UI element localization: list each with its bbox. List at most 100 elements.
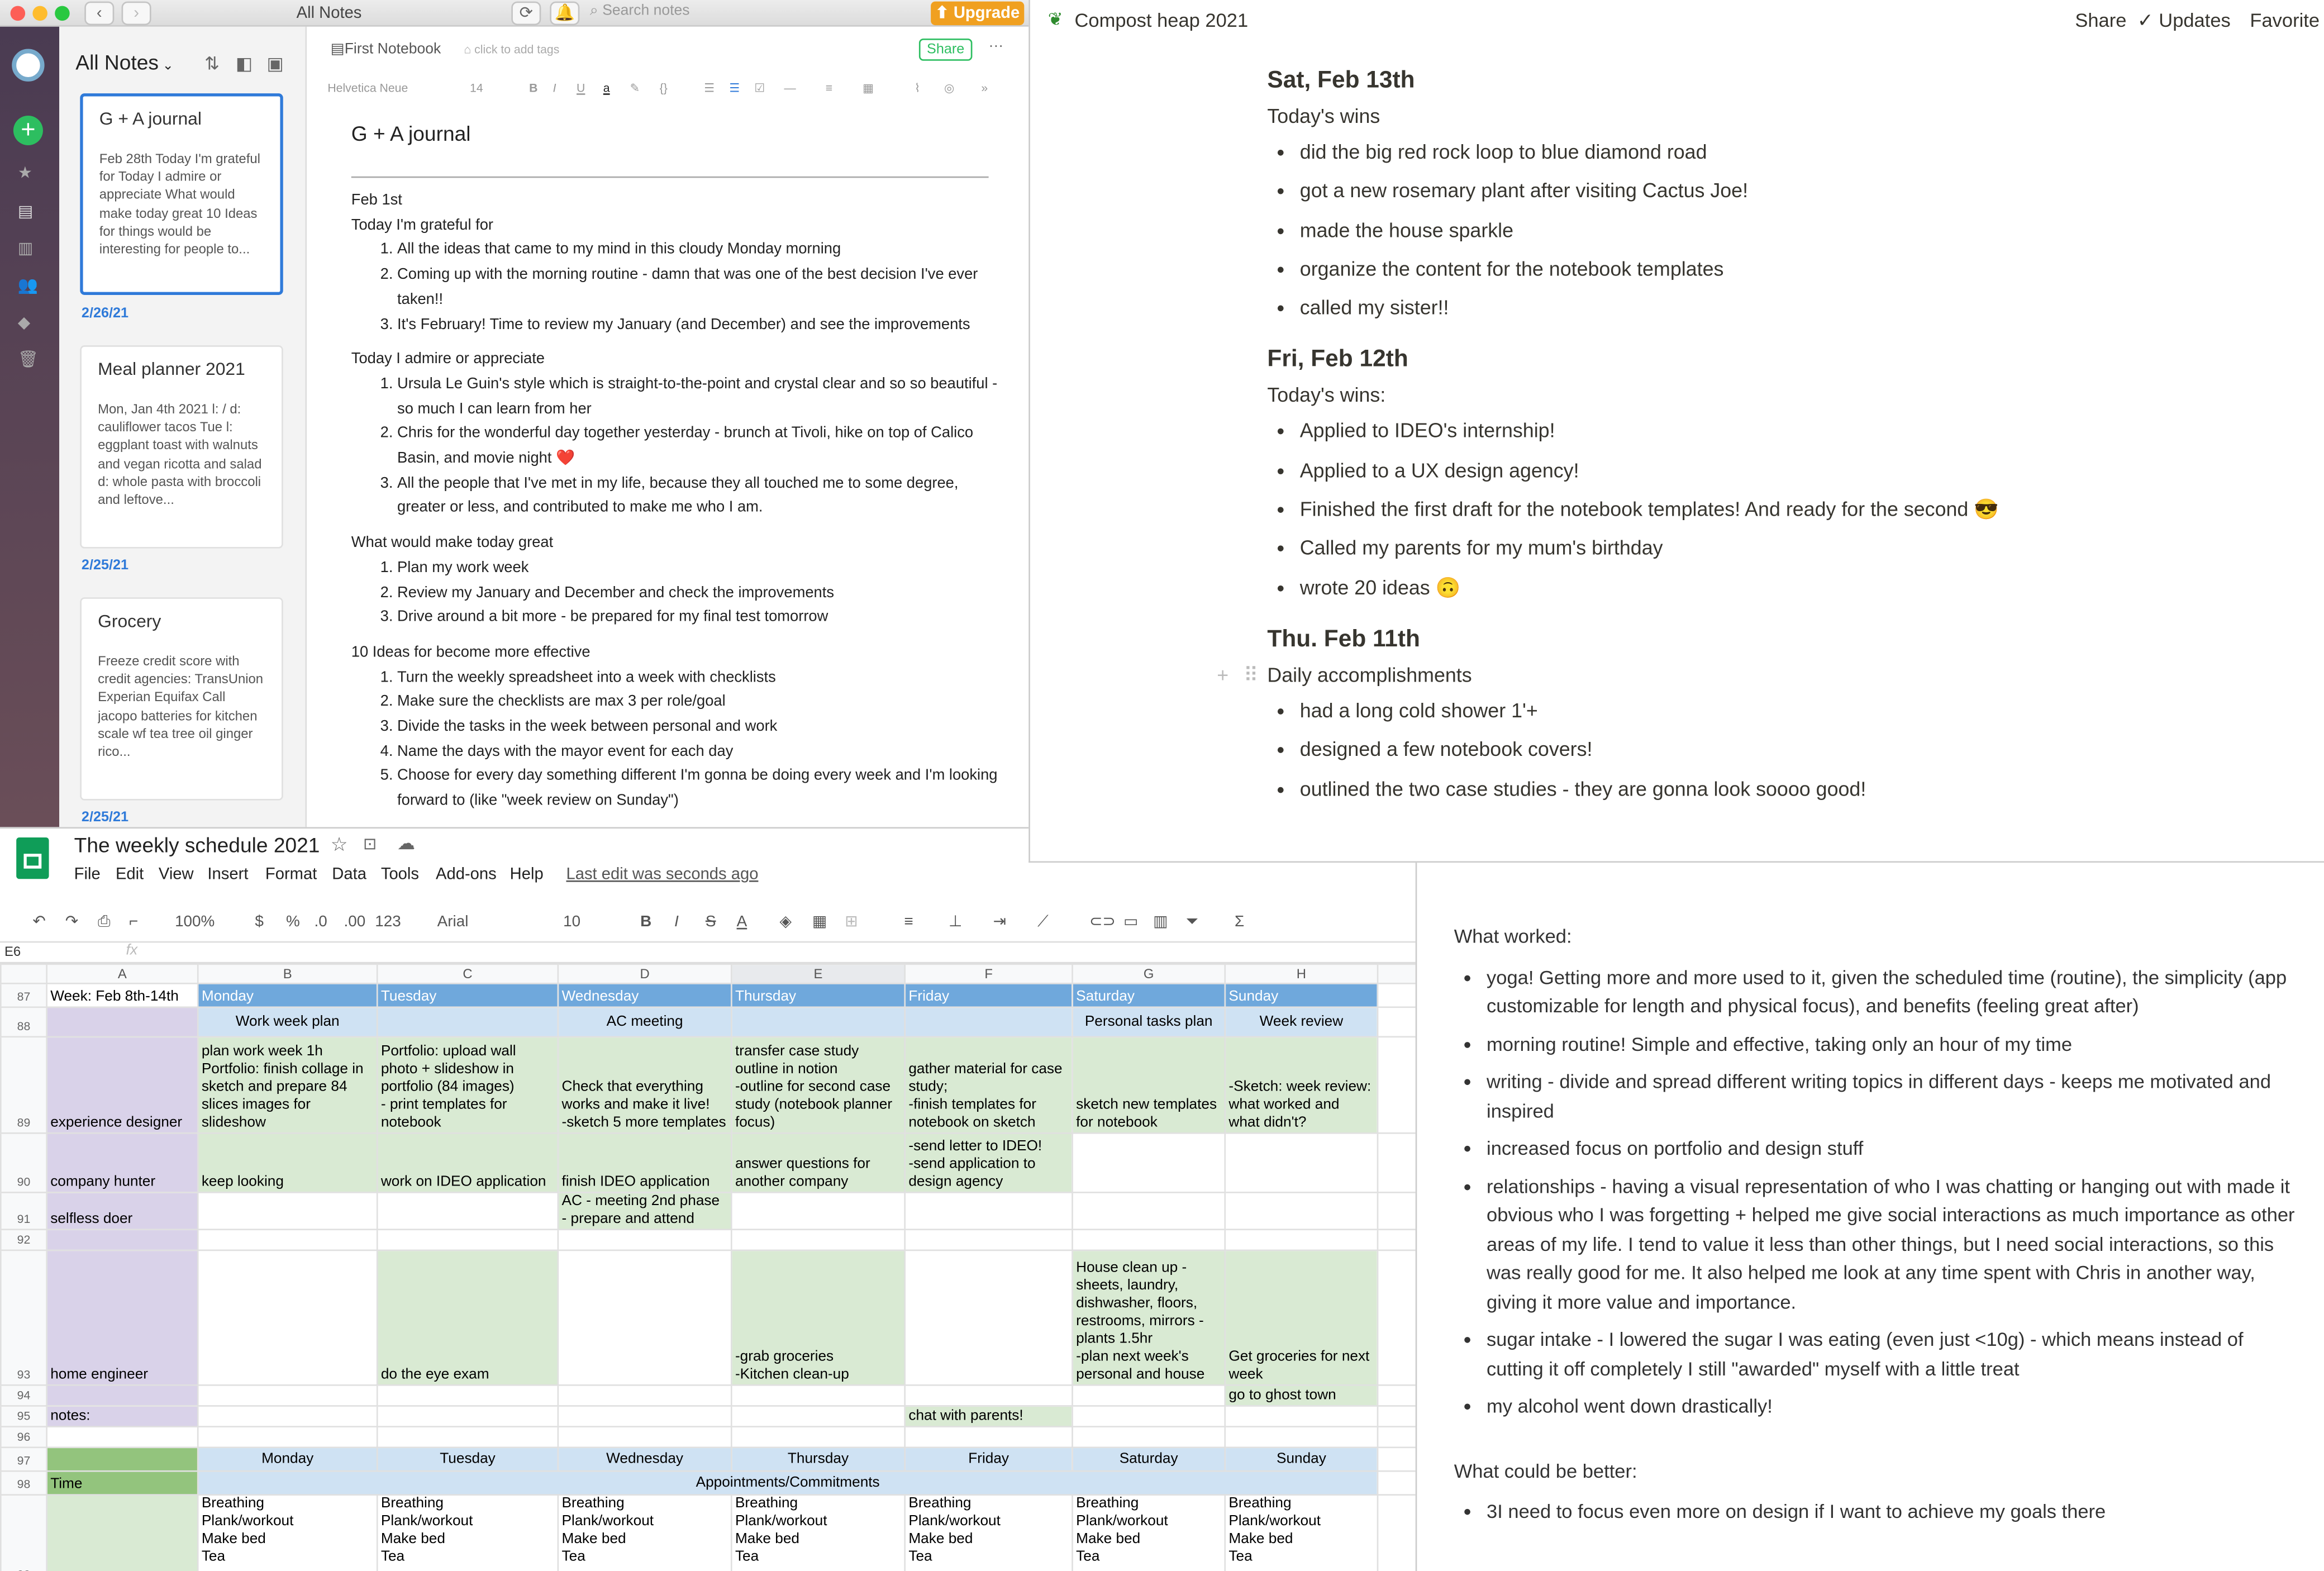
table-cell[interactable]: [557, 1426, 732, 1449]
updates-button[interactable]: ✓ Updates: [2137, 9, 2231, 32]
share-note-button[interactable]: Share: [918, 38, 973, 61]
favorite-button[interactable]: Favorite: [2250, 9, 2320, 31]
column-header[interactable]: F: [904, 963, 1073, 984]
table-cell[interactable]: [197, 1426, 378, 1449]
table-cell[interactable]: [1071, 1405, 1226, 1428]
row-header[interactable]: 88: [0, 1006, 47, 1039]
menu-data[interactable]: Data: [332, 865, 366, 883]
text-rotation-icon[interactable]: ⟋: [1037, 913, 1049, 932]
align-icon[interactable]: ≡: [826, 82, 832, 95]
table-cell[interactable]: transfer case study outline in notion -o…: [730, 1036, 906, 1134]
table-cell[interactable]: Work week plan: [197, 1006, 378, 1039]
table-cell[interactable]: [1377, 1229, 1416, 1252]
strikethrough-icon[interactable]: S: [706, 913, 716, 931]
increase-decimal-button[interactable]: .00: [344, 913, 366, 931]
table-cell[interactable]: [1377, 1470, 1416, 1497]
table-cell[interactable]: [730, 1006, 906, 1039]
table-cell[interactable]: [46, 1384, 199, 1407]
review-body[interactable]: What worked: yoga! Getting more and more…: [1454, 922, 2299, 1535]
row-header[interactable]: 92: [0, 1229, 47, 1252]
table-cell[interactable]: [376, 1384, 559, 1407]
note-title[interactable]: G + A journal: [351, 122, 471, 145]
spreadsheet-grid[interactable]: A B C D E F G H 87 Week: Feb 8th-14th Monday Tuesda…: [0, 963, 1416, 1571]
table-cell[interactable]: [376, 1006, 559, 1039]
menu-help[interactable]: Help: [510, 865, 544, 883]
table-cell[interactable]: [904, 1229, 1073, 1252]
table-cell[interactable]: [376, 1229, 559, 1252]
table-cell[interactable]: [557, 1229, 732, 1252]
redo-icon[interactable]: ↷: [65, 913, 78, 931]
all-notes-heading[interactable]: All Notes ⌄: [75, 50, 173, 74]
table-cell[interactable]: Sunday: [1224, 983, 1379, 1008]
table-cell[interactable]: House clean up - sheets, laundry, dishwa…: [1071, 1250, 1226, 1386]
table-cell[interactable]: [1071, 1229, 1226, 1252]
code-icon[interactable]: {}: [660, 82, 668, 95]
table-cell[interactable]: Get groceries for next week: [1224, 1250, 1379, 1386]
undo-icon[interactable]: ↶: [32, 913, 45, 931]
tags-field[interactable]: ⌂ click to add tags: [464, 43, 559, 56]
table-cell[interactable]: Thursday: [730, 1447, 906, 1473]
star-icon[interactable]: ★: [18, 163, 32, 182]
paint-format-icon[interactable]: ⌐: [129, 913, 138, 931]
table-cell[interactable]: company hunter: [46, 1132, 199, 1193]
table-cell[interactable]: [1224, 1192, 1379, 1231]
zoom-window-button[interactable]: [55, 6, 70, 21]
move-folder-icon[interactable]: ⊡: [363, 835, 377, 854]
numbered-list-icon[interactable]: ☰: [729, 82, 740, 95]
table-cell[interactable]: [557, 1405, 732, 1428]
table-cell[interactable]: Time: [46, 1470, 199, 1497]
table-cell[interactable]: [1071, 1426, 1226, 1449]
checklist-icon[interactable]: ☑: [754, 82, 765, 95]
row-header[interactable]: 95: [0, 1405, 47, 1428]
table-cell[interactable]: [1224, 1132, 1379, 1193]
table-cell[interactable]: [46, 1426, 199, 1449]
table-cell[interactable]: [197, 1405, 378, 1428]
zoom-select[interactable]: 100%: [175, 913, 215, 931]
insert-link-icon[interactable]: ⊂⊃: [1089, 913, 1116, 931]
table-cell[interactable]: Wednesday: [557, 983, 732, 1008]
column-header[interactable]: H: [1224, 963, 1379, 984]
row-header[interactable]: 93: [0, 1250, 47, 1386]
table-cell[interactable]: -grab groceries -Kitchen clean-up: [730, 1250, 906, 1386]
table-cell[interactable]: [730, 1192, 906, 1231]
table-cell[interactable]: plan work week 1h Portfolio: finish coll…: [197, 1036, 378, 1134]
functions-icon[interactable]: Σ: [1235, 913, 1244, 931]
table-cell[interactable]: [1377, 1405, 1416, 1428]
table-cell[interactable]: Monday: [197, 1447, 378, 1473]
share-button[interactable]: Share: [2075, 9, 2126, 31]
table-cell[interactable]: [730, 1229, 906, 1252]
table-cell[interactable]: [197, 1229, 378, 1252]
horizontal-align-icon[interactable]: ≡: [904, 913, 913, 931]
table-cell[interactable]: [376, 1192, 559, 1231]
table-cell[interactable]: [1377, 1006, 1416, 1039]
table-cell[interactable]: chat with parents!: [904, 1405, 1073, 1428]
column-header[interactable]: [1377, 963, 1416, 984]
notion-page-body[interactable]: Sat, Feb 13th Today's wins did the big r…: [1217, 68, 2216, 811]
table-cell[interactable]: gather material for case study; -finish …: [904, 1036, 1073, 1134]
sort-icon[interactable]: ⇅: [204, 54, 220, 74]
block-row[interactable]: + ⠿ Daily accomplishments: [1217, 664, 2216, 687]
row-header[interactable]: 99: [0, 1494, 47, 1571]
table-cell[interactable]: work on IDEO application: [376, 1132, 559, 1193]
table-cell[interactable]: Breathing Plank/workout Make bed Tea: [376, 1494, 559, 1571]
table-cell[interactable]: Week: Feb 8th-14th: [46, 983, 199, 1008]
row-header[interactable]: 94: [0, 1384, 47, 1407]
highlighter-icon[interactable]: ✎: [630, 82, 640, 95]
menu-addons[interactable]: Add-ons: [436, 865, 497, 883]
menu-file[interactable]: File: [74, 865, 101, 883]
table-cell[interactable]: Breathing Plank/workout Make bed Tea: [197, 1494, 378, 1571]
table-cell[interactable]: Personal tasks plan: [1071, 1006, 1226, 1039]
text-wrap-icon[interactable]: ⇥: [993, 913, 1006, 931]
table-cell[interactable]: [557, 1384, 732, 1407]
table-cell[interactable]: [730, 1384, 906, 1407]
borders-icon[interactable]: ▦: [812, 913, 827, 931]
table-cell[interactable]: [904, 1250, 1073, 1386]
table-cell[interactable]: [1377, 1494, 1416, 1571]
column-header[interactable]: G: [1071, 963, 1226, 984]
table-cell[interactable]: Breathing Plank/workout Make bed Tea: [730, 1494, 906, 1571]
menu-tools[interactable]: Tools: [381, 865, 419, 883]
trash-icon[interactable]: 🗑: [18, 350, 39, 369]
upgrade-button[interactable]: ⬆ Upgrade: [931, 1, 1025, 26]
more-formats-select[interactable]: 123: [375, 913, 401, 931]
note-card[interactable]: Grocery Freeze credit score with credit …: [80, 597, 283, 801]
